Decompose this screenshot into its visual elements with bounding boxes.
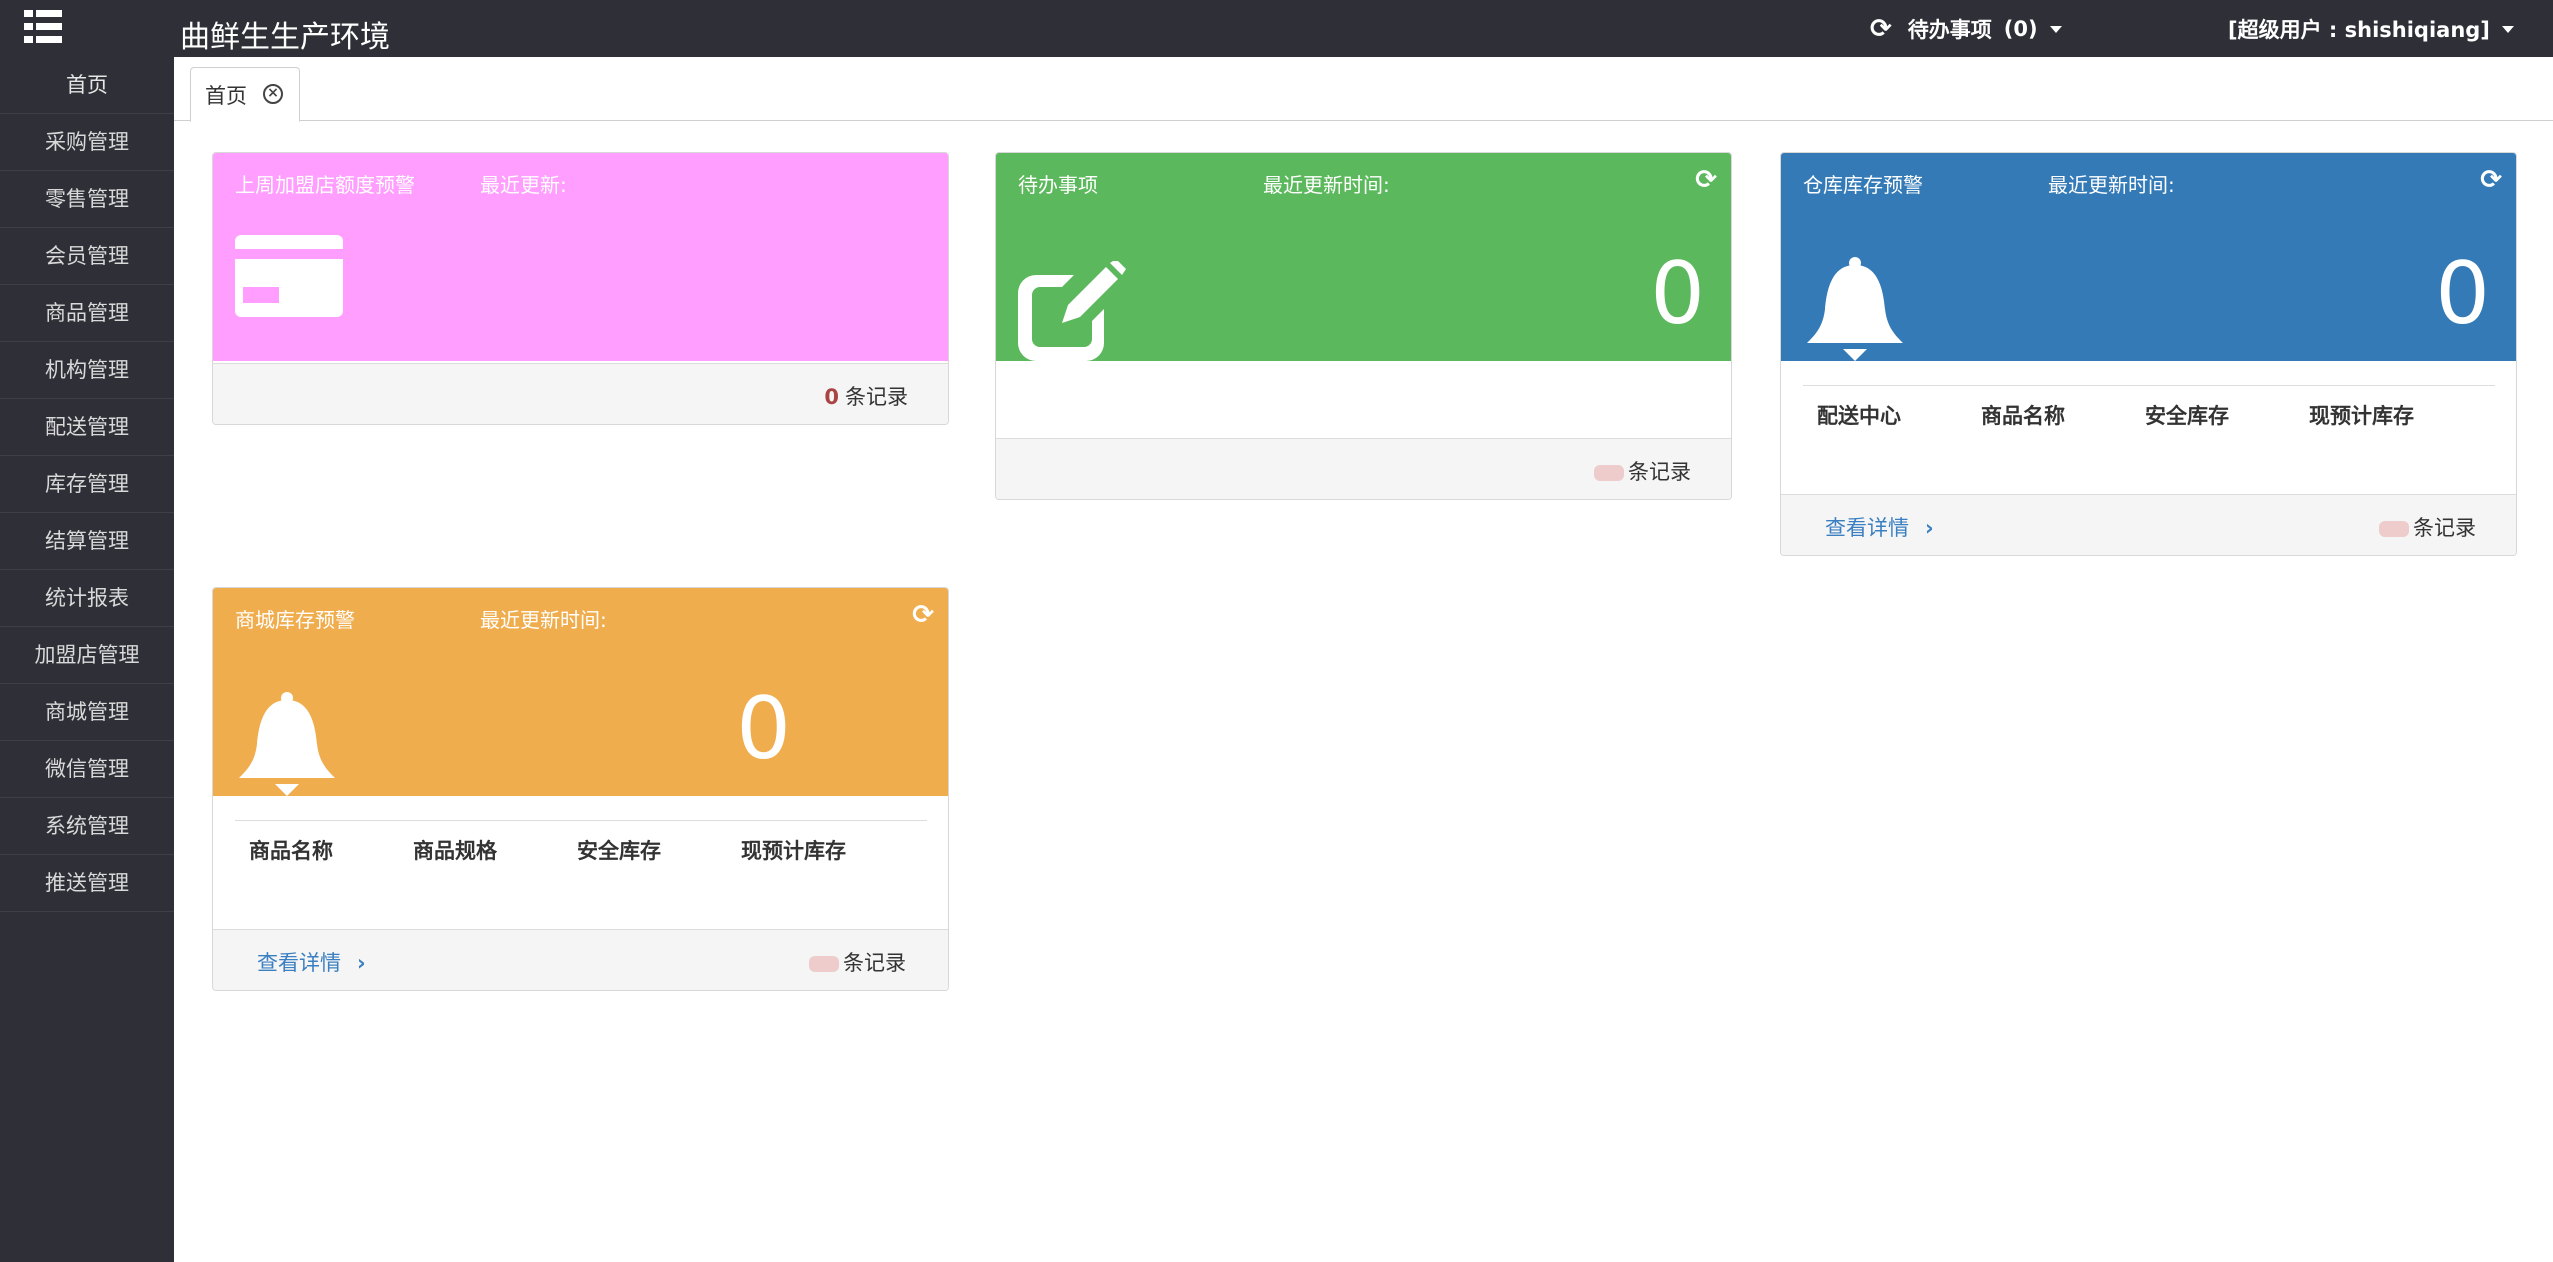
panel-update-label: 最近更新: bbox=[480, 173, 567, 197]
todo-dropdown[interactable]: ⟳ 待办事项 (0) bbox=[1870, 14, 2062, 44]
panel-footer: 查看详情 › 条记录 bbox=[213, 929, 948, 990]
credit-card-icon bbox=[235, 235, 343, 317]
panel-title: 商城库存预警 bbox=[235, 608, 355, 632]
chevron-right-icon: › bbox=[357, 951, 366, 975]
record-count: 0 条记录 bbox=[824, 385, 908, 409]
column-header: 商品规格 bbox=[413, 839, 497, 863]
mall-count-value: 0 bbox=[736, 679, 791, 779]
sidebar-item-franchise[interactable]: 加盟店管理 bbox=[0, 627, 174, 684]
warehouse-stock-panel: 仓库库存预警 最近更新时间: ⟳ 0 配送中心 商品名称 安全库存 现预计库存 … bbox=[1780, 152, 2517, 556]
sidebar-item-push[interactable]: 推送管理 bbox=[0, 855, 174, 912]
panel-footer: 查看详情 › 条记录 bbox=[1781, 494, 2516, 555]
bell-icon bbox=[239, 692, 335, 796]
sidebar-item-distribution[interactable]: 配送管理 bbox=[0, 399, 174, 456]
column-header: 配送中心 bbox=[1817, 404, 1901, 428]
sidebar-item-reports[interactable]: 统计报表 bbox=[0, 570, 174, 627]
user-label: [超级用户 : shishiqiang] bbox=[2228, 18, 2490, 42]
tab-strip: 首页 × bbox=[174, 57, 2553, 122]
sidebar-item-mall[interactable]: 商城管理 bbox=[0, 684, 174, 741]
view-details-link[interactable]: 查看详情 › bbox=[257, 947, 366, 977]
panel-footer: 0 条记录 bbox=[213, 363, 948, 424]
record-count: 条记录 bbox=[1594, 456, 1691, 486]
record-count: 条记录 bbox=[2379, 512, 2476, 542]
sidebar: 首页 采购管理 零售管理 会员管理 商品管理 机构管理 配送管理 库存管理 结算… bbox=[0, 57, 174, 1262]
app-title: 曲鲜生生产环境 bbox=[180, 20, 390, 55]
column-header: 安全库存 bbox=[2145, 404, 2229, 428]
caret-down-icon bbox=[2501, 25, 2514, 33]
todo-count-value: 0 bbox=[1650, 244, 1705, 344]
chevron-right-icon: › bbox=[1925, 516, 1934, 540]
mall-stock-panel: 商城库存预警 最近更新时间: ⟳ 0 商品名称 商品规格 安全库存 现预计库存 … bbox=[212, 587, 949, 991]
menu-grid-icon[interactable] bbox=[24, 10, 62, 44]
panel-header: 待办事项 最近更新时间: ⟳ 0 bbox=[996, 153, 1731, 361]
panel-update-label: 最近更新时间: bbox=[1263, 173, 1390, 197]
sidebar-item-system[interactable]: 系统管理 bbox=[0, 798, 174, 855]
franchise-quota-panel: 上周加盟店额度预警 最近更新: 0 条记录 bbox=[212, 152, 949, 425]
column-header: 现预计库存 bbox=[741, 839, 846, 863]
sidebar-item-settlement[interactable]: 结算管理 bbox=[0, 513, 174, 570]
column-header: 现预计库存 bbox=[2309, 404, 2414, 428]
panel-title: 待办事项 bbox=[1018, 173, 1098, 197]
panel-header: 仓库库存预警 最近更新时间: ⟳ 0 bbox=[1781, 153, 2516, 361]
sidebar-item-retail[interactable]: 零售管理 bbox=[0, 171, 174, 228]
todo-count: (0) bbox=[2003, 17, 2038, 41]
refresh-icon[interactable]: ⟳ bbox=[1695, 165, 1717, 195]
edit-icon bbox=[1018, 261, 1126, 361]
record-count: 条记录 bbox=[809, 947, 906, 977]
panel-title: 仓库库存预警 bbox=[1803, 173, 1923, 197]
column-header: 商品名称 bbox=[1981, 404, 2065, 428]
view-details-link[interactable]: 查看详情 › bbox=[1825, 512, 1934, 542]
tab-label: 首页 bbox=[205, 83, 247, 108]
refresh-icon[interactable]: ⟳ bbox=[912, 600, 934, 630]
tab-home[interactable]: 首页 × bbox=[190, 67, 300, 122]
panel-header: 商城库存预警 最近更新时间: ⟳ 0 bbox=[213, 588, 948, 796]
panel-footer: 条记录 bbox=[996, 438, 1731, 499]
close-icon[interactable]: × bbox=[263, 84, 283, 104]
todo-label: 待办事项 bbox=[1907, 18, 1992, 42]
panel-update-label: 最近更新时间: bbox=[480, 608, 607, 632]
warehouse-count-value: 0 bbox=[2435, 244, 2490, 344]
top-navbar: 曲鲜生生产环境 ⟳ 待办事项 (0) [超级用户 : shishiqiang] bbox=[0, 0, 2553, 57]
column-header: 安全库存 bbox=[577, 839, 661, 863]
sidebar-item-organization[interactable]: 机构管理 bbox=[0, 342, 174, 399]
panel-update-label: 最近更新时间: bbox=[2048, 173, 2175, 197]
sidebar-item-purchase[interactable]: 采购管理 bbox=[0, 114, 174, 171]
sidebar-item-wechat[interactable]: 微信管理 bbox=[0, 741, 174, 798]
caret-down-icon bbox=[2049, 25, 2062, 33]
sidebar-item-home[interactable]: 首页 bbox=[0, 57, 174, 114]
user-dropdown[interactable]: [超级用户 : shishiqiang] bbox=[2228, 14, 2514, 44]
column-header: 商品名称 bbox=[249, 839, 333, 863]
panel-title: 上周加盟店额度预警 bbox=[235, 173, 415, 197]
refresh-icon: ⟳ bbox=[1870, 14, 1892, 44]
panel-header: 上周加盟店额度预警 最近更新: bbox=[213, 153, 948, 361]
sidebar-item-product[interactable]: 商品管理 bbox=[0, 285, 174, 342]
sidebar-item-member[interactable]: 会员管理 bbox=[0, 228, 174, 285]
sidebar-item-inventory[interactable]: 库存管理 bbox=[0, 456, 174, 513]
refresh-icon[interactable]: ⟳ bbox=[2480, 165, 2502, 195]
table-header: 商品名称 商品规格 安全库存 现预计库存 bbox=[235, 820, 927, 865]
table-header: 配送中心 商品名称 安全库存 现预计库存 bbox=[1803, 385, 2495, 430]
bell-icon bbox=[1807, 257, 1903, 361]
todo-panel: 待办事项 最近更新时间: ⟳ 0 条记录 bbox=[995, 152, 1732, 500]
